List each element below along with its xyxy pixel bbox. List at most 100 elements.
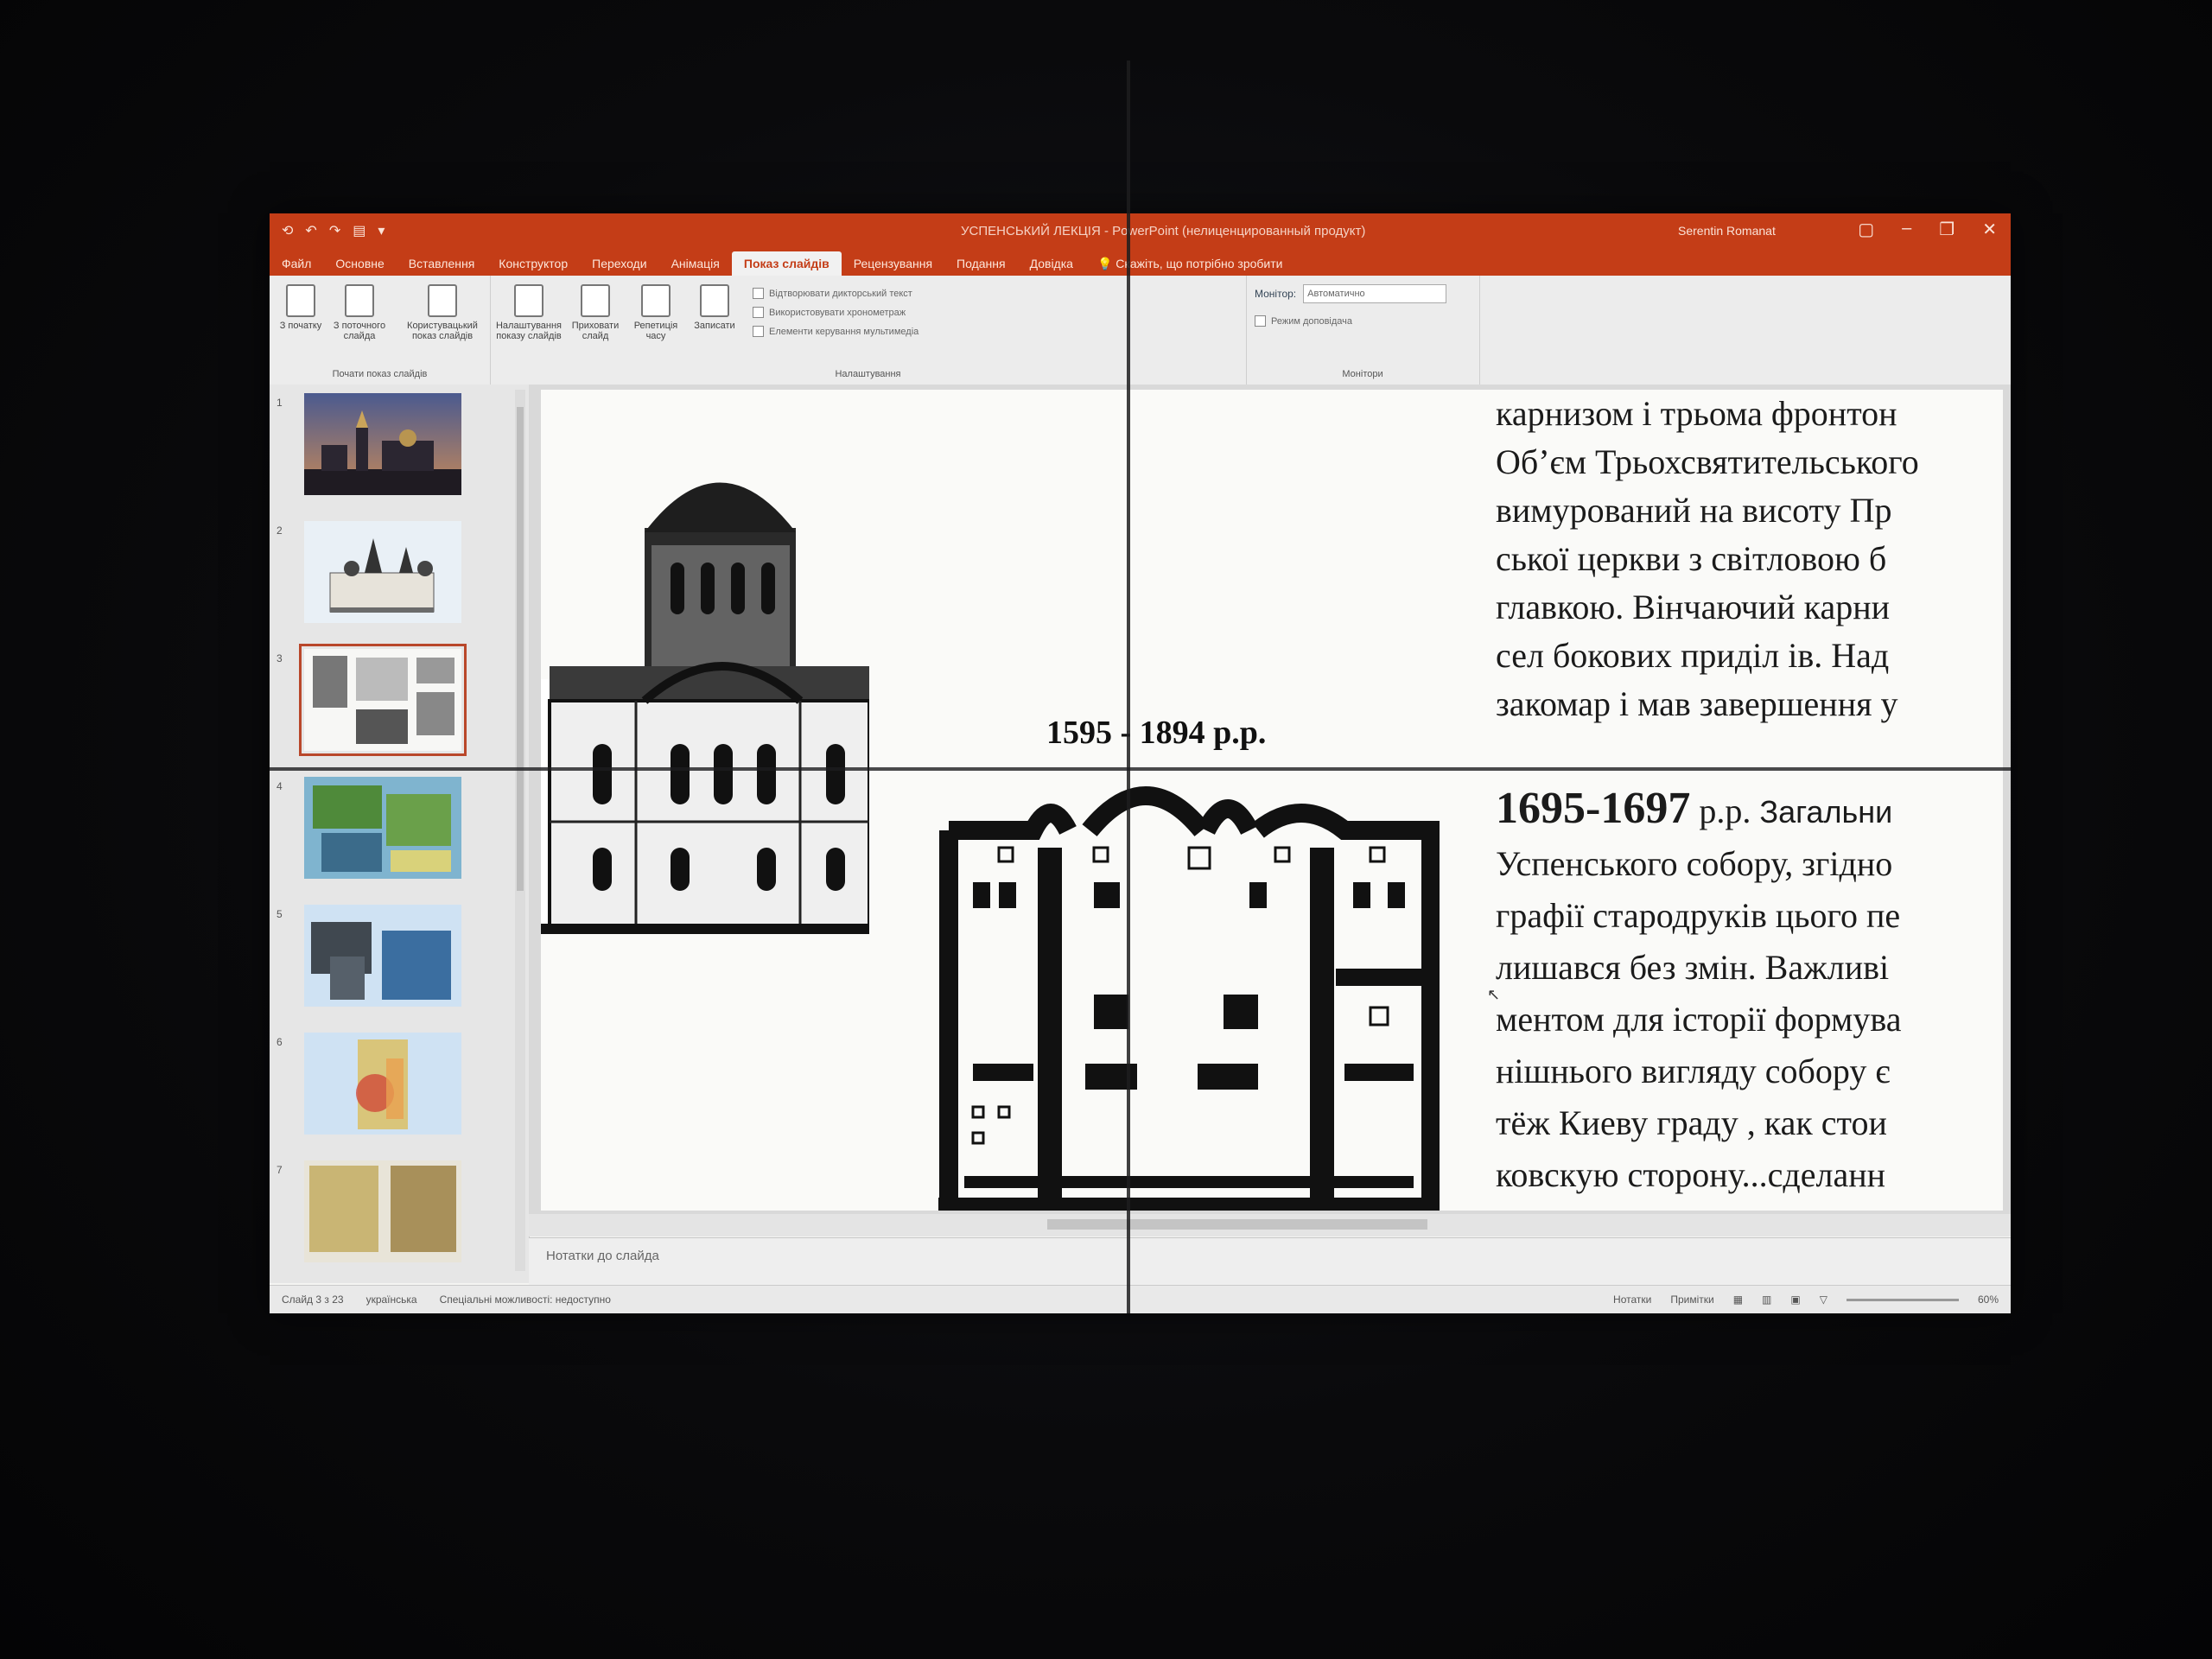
slide-thumbnail-6[interactable] <box>304 1033 461 1135</box>
group-monitors: Монітор: Автоматично Режим доповідача Мо… <box>1246 276 1480 385</box>
notes-pane[interactable]: Нотатки до слайда <box>529 1237 2011 1286</box>
monitor-label: Монітор: <box>1255 288 1297 300</box>
tab-help[interactable]: Довідка <box>1018 251 1085 276</box>
minimize-icon[interactable]: – <box>1902 219 1911 240</box>
record-icon <box>700 284 729 317</box>
slide-thumbnail-2[interactable] <box>304 521 461 623</box>
zoom-level[interactable]: 60% <box>1978 1294 1999 1306</box>
year-suffix: р.р. <box>1690 791 1751 830</box>
slide-text-line: карнизом і трьома фронтон <box>1496 394 1897 433</box>
slide-text-line: Обʼєм Трьохсвятительського <box>1496 442 1919 481</box>
slide-text-line: лишався без змін. Важливі <box>1496 948 1890 987</box>
church-floor-plan <box>938 786 1440 1211</box>
slide-text-line: главкою. Вінчаючий карни <box>1496 588 1891 626</box>
tab-slide-show[interactable]: Показ слайдів <box>731 251 842 276</box>
slide-number: 2 <box>276 524 283 537</box>
mouse-cursor-icon: ↖ <box>1487 986 1501 1003</box>
quick-access-toolbar: ⟲ ↶ ↷ ▤ ▾ <box>282 222 385 239</box>
slide-text-line: закомар і мав завершення у <box>1496 684 1898 723</box>
maximize-icon[interactable]: ❐ <box>1939 219 1955 240</box>
record-button[interactable]: Записати <box>687 279 742 331</box>
projector-seam-horizontal <box>270 767 2011 771</box>
slide-number: 4 <box>276 780 283 792</box>
ruins-thumbnail <box>304 905 461 1007</box>
undo-icon[interactable]: ↶ <box>305 222 316 239</box>
scrollbar-thumb[interactable] <box>1047 1219 1427 1230</box>
landscape-thumbnail <box>304 777 461 879</box>
hide-slide-button[interactable]: Приховати слайд <box>568 279 623 341</box>
notes-toggle[interactable]: Нотатки <box>1613 1294 1651 1306</box>
slide-editor-area: 1595 - 1894 р.р. карнизом і трьома фронт… <box>529 385 2011 1214</box>
heading-tail: Загальни <box>1751 794 1893 830</box>
tab-insert[interactable]: Вставлення <box>397 251 487 276</box>
slide-text-line: ментом для історії формува <box>1496 1000 1902 1039</box>
user-name[interactable]: Serentin Romanat <box>1678 224 1776 238</box>
tab-file[interactable]: Файл <box>270 251 323 276</box>
custom-slideshow-button[interactable]: Користувацький показ слайдів <box>399 279 486 341</box>
current-slide-thumbnail <box>304 649 461 751</box>
ribbon-display-icon[interactable]: ▢ <box>1858 219 1874 240</box>
comments-toggle[interactable]: Примітки <box>1670 1294 1713 1306</box>
slide-text-line: ковскую сторону...сделанн <box>1496 1155 1886 1194</box>
status-bar: Слайд 3 з 23 українська Спеціальні можли… <box>270 1285 2011 1313</box>
rehearse-timings-button[interactable]: Репетиція часу <box>628 279 683 341</box>
slide-number: 6 <box>276 1036 283 1048</box>
tab-design[interactable]: Конструктор <box>486 251 580 276</box>
slide-thumbnail-5[interactable] <box>304 905 461 1007</box>
present-icon[interactable]: ▤ <box>353 222 365 239</box>
redo-icon[interactable]: ↷ <box>329 222 340 239</box>
slide-horizontal-scrollbar[interactable] <box>529 1214 2011 1236</box>
slide-text-line: полковником. Уже... <box>1496 1201 2003 1211</box>
slide-text-line: Успенського собору, згідно <box>1496 844 1893 883</box>
slide-thumbnail-1[interactable] <box>304 393 461 495</box>
stopwatch-icon <box>641 284 671 317</box>
normal-view-icon[interactable]: ▦ <box>1733 1294 1743 1306</box>
tab-animations[interactable]: Анімація <box>659 251 732 276</box>
reading-view-icon[interactable]: ▣ <box>1790 1294 1800 1306</box>
tell-me-search[interactable]: 💡 Скажіть, що потрібно зробити <box>1085 251 1295 276</box>
tell-me-label: Скажіть, що потрібно зробити <box>1116 257 1283 270</box>
from-beginning-button[interactable]: З початку <box>273 279 328 331</box>
from-current-slide-button[interactable]: З поточного слайда <box>332 279 387 341</box>
play-narrations-checkbox[interactable]: Відтворювати дикторський текст <box>753 288 912 299</box>
projected-screen: ⟲ ↶ ↷ ▤ ▾ УСПЕНСЬКИЙ ЛЕКЦІЯ - PowerPoint… <box>270 213 2011 1313</box>
slide-thumbnail-7[interactable] <box>304 1160 461 1262</box>
media-controls-checkbox[interactable]: Елементи керування мультимедіа <box>753 326 918 337</box>
slide-thumbnail-4[interactable] <box>304 777 461 879</box>
colored-plan-thumbnail <box>304 1033 461 1135</box>
window-title: УСПЕНСЬКИЙ ЛЕКЦІЯ - PowerPoint (нелиценц… <box>961 224 1366 238</box>
slide-thumbnails-pane: 1 2 3 4 5 6 7 <box>270 385 530 1283</box>
setup-show-button[interactable]: Налаштування показу слайдів <box>495 279 563 341</box>
slide-text-heading: 1695-1697 р.р. Загальни <box>1496 783 2003 838</box>
slide-thumbnail-3[interactable] <box>299 644 467 756</box>
thumbnails-scrollbar[interactable] <box>515 390 525 1271</box>
language-indicator[interactable]: українська <box>366 1294 417 1306</box>
autosave-icon[interactable]: ⟲ <box>282 222 293 239</box>
zoom-slider[interactable] <box>1846 1299 1959 1301</box>
monitor-select[interactable]: Автоматично <box>1303 284 1447 303</box>
slide-year-caption: 1595 - 1894 р.р. <box>1046 715 1267 751</box>
tab-transitions[interactable]: Переходи <box>580 251 658 276</box>
tab-view[interactable]: Подання <box>944 251 1018 276</box>
cathedral-day-thumbnail <box>304 521 461 623</box>
slide-text-line: графії стародруків цього пе <box>1496 896 1901 935</box>
accessibility-status[interactable]: Спеціальні можливості: недоступно <box>440 1294 611 1306</box>
checkbox-box <box>753 288 764 299</box>
slide-number: 3 <box>276 652 283 664</box>
slide-number: 5 <box>276 908 283 920</box>
slide-text-line: тёж Киеву граду , как стои <box>1496 1103 1887 1142</box>
ribbon-tabs: Файл Основне Вставлення Конструктор Пере… <box>270 250 2011 276</box>
slide-counter: Слайд 3 з 23 <box>282 1294 344 1306</box>
window-controls: ▢ – ❐ ✕ <box>1858 219 1997 240</box>
tab-home[interactable]: Основне <box>323 251 396 276</box>
scrollbar-thumb[interactable] <box>517 407 524 891</box>
group-label: Налаштування <box>835 369 901 379</box>
presenter-view-checkbox[interactable]: Режим доповідача <box>1255 315 1352 327</box>
customize-qat-icon[interactable]: ▾ <box>378 222 385 239</box>
group-label: Почати показ слайдів <box>332 369 428 379</box>
close-icon[interactable]: ✕ <box>1982 219 1997 240</box>
tab-review[interactable]: Рецензування <box>842 251 944 276</box>
slideshow-view-icon[interactable]: ▽ <box>1820 1294 1827 1306</box>
use-timings-checkbox[interactable]: Використовувати хронометраж <box>753 307 906 318</box>
slide-sorter-icon[interactable]: ▥ <box>1762 1294 1771 1306</box>
